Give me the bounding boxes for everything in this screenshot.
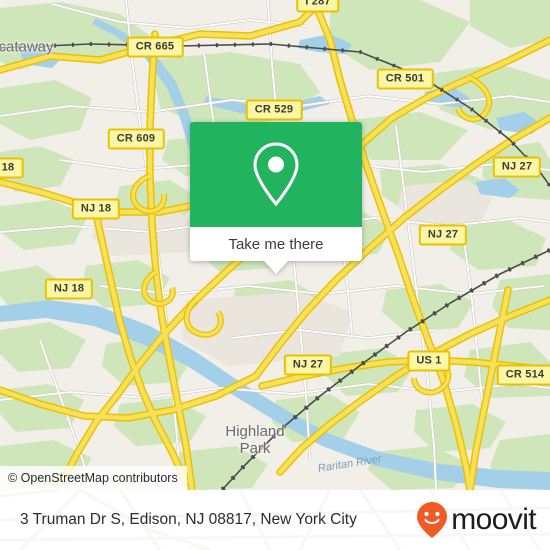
highland-park-label: Highland Park <box>225 423 285 457</box>
shield-nj-27-b[interactable]: NJ 27 <box>418 224 468 246</box>
take-me-there-card[interactable]: Take me there <box>190 122 362 274</box>
map-screenshot: cataway Highland Park Raritan River I 28… <box>0 0 550 550</box>
piscataway-label: cataway <box>0 38 54 56</box>
callout-header <box>190 122 362 227</box>
shield-us-1[interactable]: US 1 <box>407 350 451 372</box>
shield-nj-27-c[interactable]: NJ 27 <box>283 354 333 376</box>
shield-nj-27-a[interactable]: NJ 27 <box>492 156 542 178</box>
shield-cr-514[interactable]: CR 514 <box>496 364 550 386</box>
take-me-there-button[interactable]: Take me there <box>190 227 362 261</box>
moovit-wordmark: moovit <box>451 503 536 536</box>
shield-cr-501[interactable]: CR 501 <box>376 68 434 90</box>
osm-attribution[interactable]: © OpenStreetMap contributors <box>0 466 187 490</box>
shield-cr-529[interactable]: CR 529 <box>245 99 303 121</box>
moovit-pin-smiley-icon <box>417 502 448 538</box>
shield-cr-609[interactable]: CR 609 <box>107 128 165 150</box>
map-pin-icon <box>253 141 299 206</box>
shield-nj-18-b[interactable]: NJ 18 <box>71 198 121 220</box>
footer-bar: 3 Truman Dr S, Edison, NJ 08817, New Yor… <box>0 490 550 550</box>
shield-i-287[interactable]: I 287 <box>296 0 340 13</box>
callout-pointer <box>264 261 288 274</box>
address-text: 3 Truman Dr S, Edison, NJ 08817, New Yor… <box>20 511 357 528</box>
shield-cr-665[interactable]: CR 665 <box>126 36 184 58</box>
shield-nj-18-c[interactable]: NJ 18 <box>44 278 94 300</box>
moovit-logo: moovit <box>415 501 537 539</box>
shield-nj-18-a[interactable]: 18 <box>0 157 24 179</box>
take-me-there-label: Take me there <box>228 235 324 253</box>
